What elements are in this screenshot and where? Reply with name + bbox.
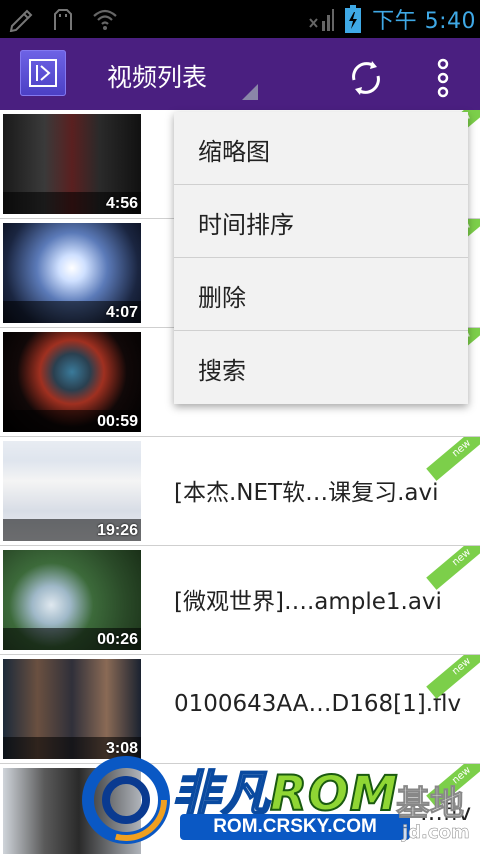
action-bar: 视频列表 (0, 38, 480, 110)
video-name: …flv (420, 800, 472, 826)
video-thumbnail: 4:07 (3, 223, 141, 323)
video-duration: 00:26 (97, 631, 138, 648)
video-thumbnail: 19:26 (3, 441, 141, 541)
video-name: 0100643AA…D168[1].flv (174, 691, 462, 717)
menu-item-sort-by-time[interactable]: 时间排序 (174, 185, 468, 258)
page-title[interactable]: 视频列表 (107, 58, 207, 94)
app-logo-icon[interactable] (20, 50, 66, 96)
menu-item-delete[interactable]: 删除 (174, 258, 468, 331)
status-bar: 下午 5:40 (0, 0, 480, 38)
overflow-menu-icon[interactable] (432, 56, 454, 100)
video-duration: 00:59 (97, 413, 138, 430)
battery-charging-icon (345, 5, 362, 33)
spinner-caret-icon (242, 84, 258, 100)
menu-item-search[interactable]: 搜索 (174, 331, 468, 404)
list-item[interactable]: …flv new (0, 764, 480, 854)
no-signal-icon (309, 9, 335, 31)
video-duration: 19:26 (97, 522, 138, 539)
wifi-icon (93, 9, 117, 30)
list-item[interactable]: 3:08 0100643AA…D168[1].flv new (0, 655, 480, 764)
refresh-icon[interactable] (346, 58, 386, 98)
new-badge: new (426, 546, 480, 590)
video-thumbnail: 4:56 (3, 114, 141, 214)
menu-item-thumbnail[interactable]: 缩略图 (174, 112, 468, 185)
video-name: [微观世界]….ample1.avi (174, 589, 442, 615)
video-duration: 3:08 (105, 740, 138, 757)
video-thumbnail: 00:26 (3, 550, 141, 650)
video-thumbnail: 3:08 (3, 659, 141, 759)
video-duration: 4:56 (105, 195, 138, 212)
list-item[interactable]: 19:26 [本杰.NET软…课复习.avi new (0, 437, 480, 546)
popup-menu: 缩略图 时间排序 删除 搜索 (174, 112, 468, 404)
list-item[interactable]: 00:26 [微观世界]….ample1.avi new (0, 546, 480, 655)
video-thumbnail (3, 768, 141, 854)
status-time: 下午 5:40 (372, 9, 476, 34)
video-duration: 4:07 (105, 304, 138, 321)
new-badge: new (426, 437, 480, 481)
edit-icon (9, 9, 33, 32)
video-name: [本杰.NET软…课复习.avi (174, 480, 439, 506)
usb-icon (54, 9, 72, 30)
video-thumbnail: 00:59 (3, 332, 141, 432)
